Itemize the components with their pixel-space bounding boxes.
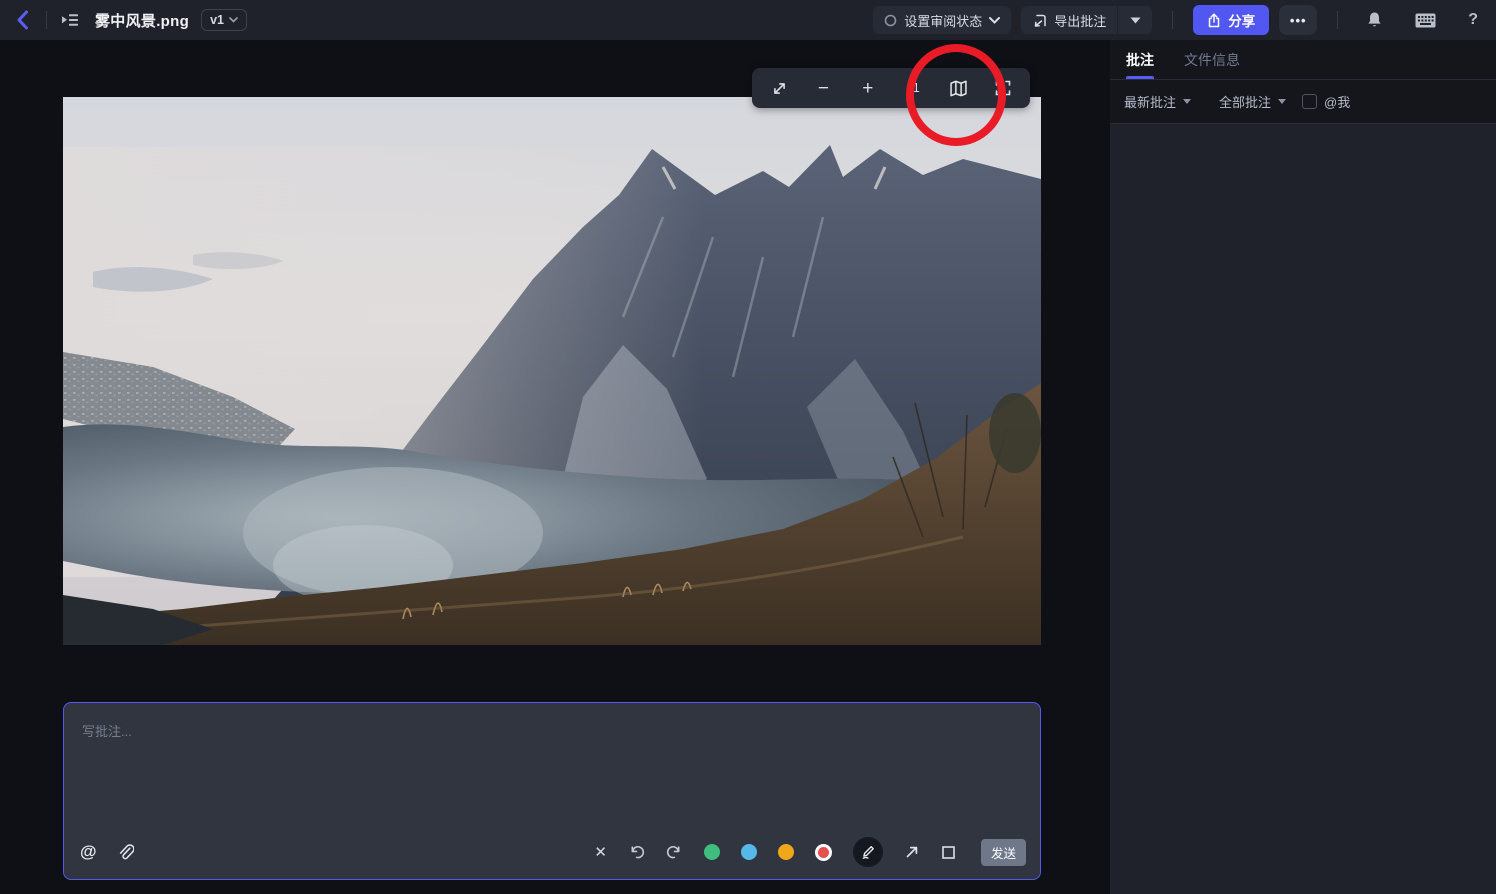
comments-sidebar: 批注 文件信息 最新批注 全部批注 @我 [1110, 40, 1496, 894]
page-title: 雾中风景.png [95, 12, 190, 30]
arrow-up-right-icon [906, 846, 918, 858]
color-swatch-green[interactable] [703, 844, 720, 860]
share-button[interactable]: 分享 [1193, 5, 1270, 35]
pen-tool-button[interactable] [852, 837, 883, 867]
share-icon [1208, 12, 1220, 27]
chevron-down-icon [989, 16, 1001, 24]
review-status-label: 设置审阅状态 [904, 13, 983, 29]
status-circle-icon [884, 14, 897, 26]
more-options-button[interactable]: ••• [1279, 5, 1318, 35]
sidebar-filters: 最新批注 全部批注 @我 [1110, 80, 1496, 124]
notifications-button[interactable] [1366, 11, 1383, 29]
clear-annotation-button[interactable]: ✕ [594, 843, 607, 861]
redo-icon [666, 845, 680, 859]
caret-down-icon [1278, 99, 1287, 104]
fullscreen-button[interactable] [991, 76, 1015, 100]
plus-icon: + [862, 77, 874, 99]
scope-comments-dropdown[interactable]: 全部批注 [1219, 92, 1287, 111]
chevron-left-icon [17, 10, 28, 30]
minus-icon: − [817, 77, 829, 99]
undo-icon [631, 845, 645, 859]
comment-input[interactable] [70, 709, 1022, 819]
version-label: v1 [210, 13, 224, 27]
color-swatch-yellow[interactable] [777, 844, 794, 860]
export-split-button: 导出批注 [1021, 6, 1153, 34]
export-annotations-button[interactable]: 导出批注 [1021, 6, 1118, 34]
paperclip-icon [119, 844, 134, 860]
arrow-tool-button[interactable] [904, 844, 920, 860]
map-icon [950, 80, 967, 96]
zoom-level-value: 11 [906, 81, 920, 95]
attach-button[interactable] [117, 843, 134, 861]
shortcuts-button[interactable] [1415, 13, 1436, 28]
sort-label: 最新批注 [1124, 95, 1177, 110]
export-icon [1034, 14, 1046, 27]
mention-me-checkbox[interactable] [1302, 94, 1318, 109]
landscape-photo [63, 97, 1041, 645]
send-button[interactable]: 发送 [980, 838, 1026, 866]
chevron-down-icon [229, 17, 238, 23]
sidebar-tabs: 批注 文件信息 [1110, 40, 1496, 80]
color-swatch-red-selected[interactable] [814, 843, 832, 861]
export-label: 导出批注 [1054, 13, 1107, 29]
app-window: 雾中风景.png v1 设置审阅状态 导出批注 分享 ••• ? − + 11 … [0, 0, 1496, 894]
outline-toggle-button[interactable] [57, 7, 83, 33]
color-swatch-blue[interactable] [740, 844, 757, 860]
back-button[interactable] [8, 6, 36, 34]
help-button[interactable]: ? [1468, 11, 1478, 29]
tab-comments[interactable]: 批注 [1126, 40, 1154, 79]
caret-down-icon [1183, 99, 1192, 104]
undo-button[interactable] [628, 844, 645, 860]
comment-composer: @ ✕ [63, 702, 1041, 880]
fit-to-screen-button[interactable] [767, 76, 791, 100]
keyboard-icon [1415, 13, 1436, 27]
composer-left-tools: @ [80, 842, 134, 862]
tab-file-info[interactable]: 文件信息 [1184, 40, 1240, 79]
mention-me-label: @我 [1324, 95, 1351, 110]
rectangle-icon [942, 845, 955, 859]
pen-icon [862, 846, 874, 859]
sort-comments-dropdown[interactable]: 最新批注 [1124, 92, 1192, 111]
canvas-area: − + 11 @ [0, 40, 1110, 894]
bell-icon [1368, 12, 1381, 27]
minimap-button[interactable] [947, 76, 971, 100]
more-dots-icon: ••• [1289, 12, 1307, 28]
topbar-left: 雾中风景.png v1 [0, 6, 247, 34]
topbar: 雾中风景.png v1 设置审阅状态 导出批注 分享 ••• ? [0, 0, 1496, 40]
zoom-in-button[interactable]: + [856, 76, 880, 100]
divider [1337, 11, 1339, 29]
topbar-right: 设置审阅状态 导出批注 分享 ••• ? [873, 5, 1496, 35]
expand-diagonal-icon [773, 82, 785, 94]
caret-down-icon [1130, 17, 1141, 23]
fullscreen-icon [995, 80, 1011, 96]
mention-button[interactable]: @ [80, 842, 97, 862]
scope-label: 全部批注 [1219, 95, 1272, 110]
comments-list-empty [1110, 124, 1496, 894]
outline-tree-icon [62, 14, 78, 26]
mention-me-filter[interactable]: @我 [1302, 92, 1350, 111]
composer-toolbar: @ ✕ 发送 [80, 835, 1026, 869]
version-dropdown[interactable]: v1 [201, 9, 247, 31]
zoom-out-button[interactable]: − [811, 76, 835, 100]
share-label: 分享 [1228, 14, 1256, 29]
rectangle-tool-button[interactable] [941, 845, 956, 860]
redo-button[interactable] [666, 844, 683, 860]
topbar-utility-icons: ? [1366, 11, 1478, 29]
divider [1172, 11, 1174, 29]
viewer-toolbar: − + 11 [752, 68, 1030, 108]
review-status-button[interactable]: 设置审阅状态 [873, 6, 1012, 34]
divider [46, 11, 47, 29]
export-options-dropdown[interactable] [1118, 6, 1153, 34]
document-image[interactable] [63, 97, 1041, 645]
composer-right-tools: ✕ 发送 [594, 837, 1026, 867]
